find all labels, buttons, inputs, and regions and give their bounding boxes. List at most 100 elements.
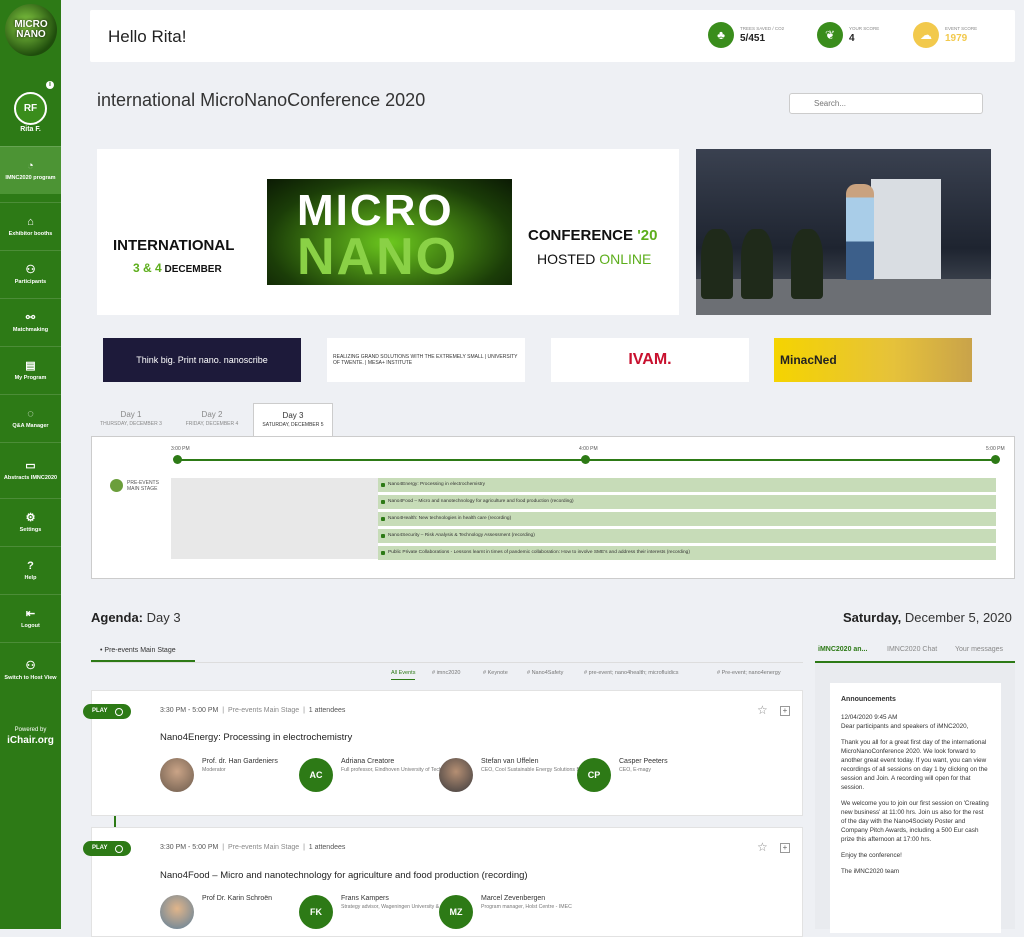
speaker-photo: [160, 895, 194, 929]
sidebar-item-label: Settings: [19, 526, 42, 533]
filter-tag[interactable]: # imnc2020: [432, 670, 460, 676]
session-title[interactable]: Nano4Food – Micro and nanotechnology for…: [160, 870, 528, 881]
sidebar-item-label: Participants: [14, 278, 47, 285]
play-button[interactable]: PLAY: [83, 704, 131, 719]
speaker[interactable]: MZ Marcel Zevenbergen Program manager, Ho…: [439, 895, 572, 929]
tab-day-2[interactable]: Day 2 FRIDAY, DECEMBER 4: [172, 403, 252, 436]
timeline-session[interactable]: Nano4Energy: Processing in electrochemis…: [378, 478, 996, 492]
sidebar-item-label: Switch to Host View: [4, 674, 57, 681]
stat-label: Your score: [849, 26, 880, 31]
filter-tag[interactable]: # Nano4Safety: [527, 670, 563, 676]
tab-date: FRIDAY, DECEMBER 4: [185, 421, 239, 427]
speaker-photo: [160, 758, 194, 792]
play-button[interactable]: PLAY: [83, 841, 131, 856]
add-icon[interactable]: +: [780, 706, 790, 716]
sponsor-label: Think big. Print nano. nanoscribe: [136, 355, 268, 365]
timeline-session[interactable]: Nano4Food – Micro and nanotechnology for…: [378, 495, 996, 509]
banner-month: DECEMBER: [164, 264, 222, 275]
your-score-stat: ❦ Your score 4: [817, 22, 879, 48]
tab-pre-events-main-stage[interactable]: • Pre-events Main Stage: [91, 643, 195, 662]
people-icon: ⚇: [25, 263, 36, 276]
stage-tab-label: Pre-events Main Stage: [104, 647, 176, 654]
announcement-title: Announcements: [841, 696, 896, 703]
clipboard-icon: ▤: [25, 359, 36, 372]
filter-tag[interactable]: # pre-event; nano4health; microfluidics: [584, 670, 678, 676]
sidebar-item-label: Logout: [21, 622, 40, 629]
search-input[interactable]: [789, 93, 983, 114]
sponsor-label: REALIZING GRAND SOLUTIONS WITH THE EXTRE…: [333, 354, 518, 366]
event-score-stat: ☁ Event score 1979: [913, 22, 977, 48]
session-title[interactable]: Nano4Energy: Processing in electrochemis…: [160, 732, 352, 743]
speaker[interactable]: Stefan van Uffelen CEO, Cool Sustainable …: [439, 758, 586, 792]
sidebar-item-participants[interactable]: ⚇ Participants: [0, 250, 61, 298]
sidebar-item-qa-manager[interactable]: ◌ Q&A Manager: [0, 394, 61, 442]
announcement-timestamp: 12/04/2020 9:45 AM: [841, 714, 898, 721]
trees-saved-stat: ♣ Trees saved / CO2 5/451: [708, 22, 784, 48]
speaker[interactable]: Prof. dr. Han Gardeniers Moderator: [160, 758, 290, 792]
timeline-time: 5:00 PM: [986, 446, 1005, 452]
host-icon: ⚇: [25, 659, 36, 672]
sidebar-item-host-view[interactable]: ⚇ Switch to Host View: [0, 642, 61, 698]
chat-icon: ◌: [27, 407, 34, 420]
video-speaker: [846, 184, 874, 280]
tab-messages[interactable]: Your messages: [955, 646, 1003, 653]
timeline-session[interactable]: Nano4Security – Risk Analysis & Technolo…: [378, 529, 996, 543]
sidebar-item-help[interactable]: ? Help: [0, 546, 61, 594]
powered-label: Powered by: [14, 727, 47, 733]
speaker[interactable]: FK Frans Kampers Strategy advisor, Wageni…: [299, 895, 439, 929]
session-card[interactable]: 3:30 PM - 5:00 PM | Pre-events Main Stag…: [91, 690, 803, 816]
stage-icon: [110, 479, 123, 492]
sponsor-utwente[interactable]: REALIZING GRAND SOLUTIONS WITH THE EXTRE…: [327, 338, 525, 382]
stat-value: 5/451: [740, 33, 766, 44]
sidebar-item-label: Help: [24, 574, 37, 581]
speaker-name: Prof. dr. Han Gardeniers: [202, 758, 278, 765]
tab-day-1[interactable]: Day 1 THURSDAY, DECEMBER 3: [91, 403, 171, 436]
sidebar-item-my-program[interactable]: ▤ My Program: [0, 346, 61, 394]
speaker-name: Frans Kampers: [341, 895, 389, 902]
sponsor-ivam[interactable]: IVAM.: [551, 338, 749, 382]
sidebar-item-label: IMNC2020 program: [5, 174, 56, 181]
banner-conference: CONFERENCE '20: [528, 227, 657, 244]
announcement-text: Dear participants and speakers of iMNC20…: [841, 723, 969, 730]
sidebar-item-exhibitor-booths[interactable]: ⌂ Exhibitor booths: [0, 202, 61, 250]
video-door: [871, 179, 941, 279]
info-icon[interactable]: i: [46, 81, 54, 89]
tab-label: Day 3: [282, 411, 304, 420]
sponsor-minacned[interactable]: MinacNed: [774, 338, 972, 382]
timeline-session[interactable]: Public Private Collaborations - Lessons …: [378, 546, 996, 560]
sidebar-item-settings[interactable]: ⚙ Settings: [0, 498, 61, 546]
sidebar-item-abstracts[interactable]: ▭ Abstracts IMNC2020: [0, 442, 61, 498]
greeting: Hello Rita!: [108, 27, 187, 46]
sponsor-nanoscribe[interactable]: Think big. Print nano. nanoscribe: [103, 338, 301, 382]
sidebar-item-label: Exhibitor booths: [8, 230, 53, 237]
session-meta: 3:30 PM - 5:00 PM | Pre-events Main Stag…: [160, 844, 346, 851]
tab-day-3[interactable]: Day 3 SATURDAY, DECEMBER 5: [253, 403, 333, 436]
tab-chat[interactable]: IMNC2020 Chat: [887, 646, 937, 653]
sidebar-item-matchmaking[interactable]: ⚯ Matchmaking: [0, 298, 61, 346]
speaker-name: Casper Peeters: [619, 758, 668, 765]
avatar[interactable]: RF: [14, 92, 47, 125]
speaker[interactable]: CP Casper Peeters CEO, E-magy: [577, 758, 707, 792]
logout-icon: ⇤: [25, 607, 36, 620]
speaker-name: Adriana Creatore: [341, 758, 395, 765]
filter-tag[interactable]: # Pre-event; nano4energy: [717, 670, 781, 676]
conference-logo[interactable]: MICRO NANO: [5, 4, 57, 56]
speaker[interactable]: Prof Dr. Karin Schroën: [160, 895, 290, 929]
conference-banner: INTERNATIONAL 3 & 4 DECEMBER MICRO NANO …: [97, 149, 679, 315]
powered-brand[interactable]: iChair.org: [0, 735, 61, 746]
timeline-time: 4:00 PM: [579, 446, 598, 452]
filter-all-events[interactable]: All Events: [391, 670, 416, 680]
filter-tag[interactable]: # Keynote: [483, 670, 508, 676]
star-icon[interactable]: ☆: [757, 703, 768, 717]
welcome-video[interactable]: [696, 149, 991, 315]
speaker[interactable]: AC Adriana Creatore Full professor, Eindh…: [299, 758, 457, 792]
sidebar-item-program[interactable]: ◔ IMNC2020 program: [0, 146, 61, 194]
sidebar-item-logout[interactable]: ⇤ Logout: [0, 594, 61, 642]
star-icon[interactable]: ☆: [757, 840, 768, 854]
session-time: 3:30 PM - 5:00 PM: [160, 844, 219, 851]
timeline-session[interactable]: Nano4Health: New technologies in health …: [378, 512, 996, 526]
session-meta: 3:30 PM - 5:00 PM | Pre-events Main Stag…: [160, 707, 346, 714]
add-icon[interactable]: +: [780, 843, 790, 853]
session-card[interactable]: 3:30 PM - 5:00 PM | Pre-events Main Stag…: [91, 827, 803, 937]
tab-announcements[interactable]: iMNC2020 an...: [818, 646, 867, 653]
